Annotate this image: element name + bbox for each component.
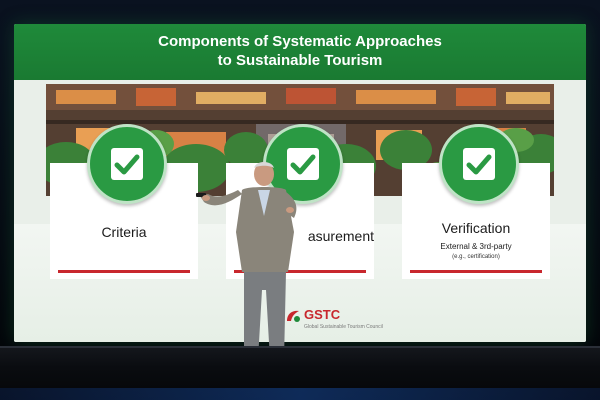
stage-lighting	[0, 388, 600, 400]
stage-edge	[0, 346, 600, 348]
speaker-figure	[196, 162, 297, 369]
card-criteria-underline	[58, 270, 190, 273]
criteria-checkbox	[111, 148, 143, 180]
slide-title: Components of Systematic Approaches to S…	[14, 32, 586, 70]
gstc-logo-tagline: Global Sustainable Tourism Council	[304, 324, 383, 330]
slide-title-line-2: to Sustainable Tourism	[217, 52, 383, 69]
slide-title-line-1: Components of Systematic Approaches	[158, 33, 442, 50]
card-verification-subtitle: External & 3rd-party	[440, 242, 512, 251]
card-verification-label: Verification	[441, 220, 511, 236]
verification-checkbox	[463, 148, 495, 180]
card-verification-underline	[410, 270, 542, 273]
card-criteria-label: Criteria	[101, 224, 147, 240]
card-verification-note: (e.g., certification)	[452, 254, 500, 260]
checkmark-icon	[466, 154, 492, 175]
verification-badge	[439, 124, 519, 204]
checkmark-icon	[114, 154, 140, 175]
speaker	[190, 160, 310, 375]
criteria-badge	[87, 124, 167, 204]
